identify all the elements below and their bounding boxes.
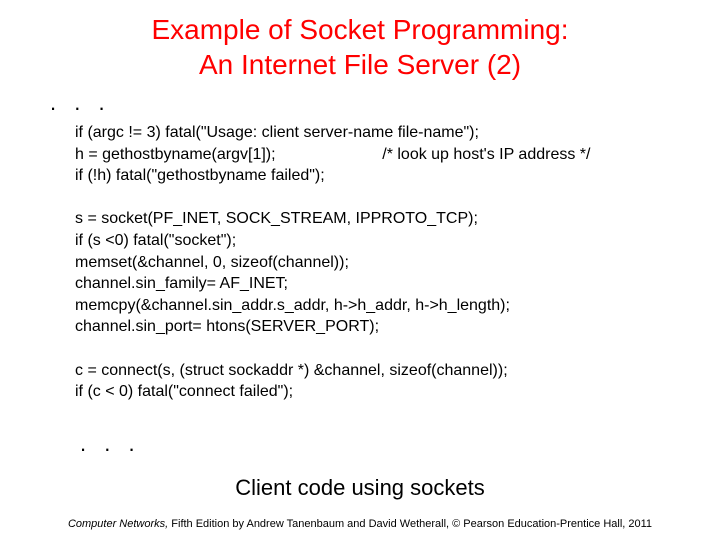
footer-rest: Fifth Edition by Andrew Tanenbaum and Da… — [168, 518, 652, 530]
caption: Client code using sockets — [0, 475, 720, 501]
code-line: memcpy(&channel.sin_addr.s_addr, h->h_ad… — [75, 297, 510, 314]
code-line: channel.sin_family= AF_INET; — [75, 275, 288, 292]
code-line: memset(&channel, 0, sizeof(channel)); — [75, 254, 349, 271]
code-line: c = connect(s, (struct sockaddr *) &chan… — [75, 362, 508, 379]
code-line: if (s <0) fatal("socket"); — [75, 232, 236, 249]
footer-book: Computer Networks, — [68, 518, 168, 530]
code-line: s = socket(PF_INET, SOCK_STREAM, IPPROTO… — [75, 210, 478, 227]
ellipsis-bottom: . . . — [80, 431, 720, 457]
title-line2: An Internet File Server (2) — [199, 49, 521, 80]
code-line: channel.sin_port= htons(SERVER_PORT); — [75, 318, 379, 335]
ellipsis-top: . . . — [50, 90, 720, 116]
code-line: h = gethostbyname(argv[1]); /* look up h… — [75, 146, 590, 163]
title-line1: Example of Socket Programming: — [151, 14, 568, 45]
code-line: if (!h) fatal("gethostbyname failed"); — [75, 167, 325, 184]
code-line: if (argc != 3) fatal("Usage: client serv… — [75, 124, 479, 141]
code-block: if (argc != 3) fatal("Usage: client serv… — [75, 122, 720, 403]
footer: Computer Networks, Fifth Edition by Andr… — [0, 518, 720, 530]
code-line: if (c < 0) fatal("connect failed"); — [75, 383, 293, 400]
slide-title: Example of Socket Programming: An Intern… — [0, 0, 720, 82]
